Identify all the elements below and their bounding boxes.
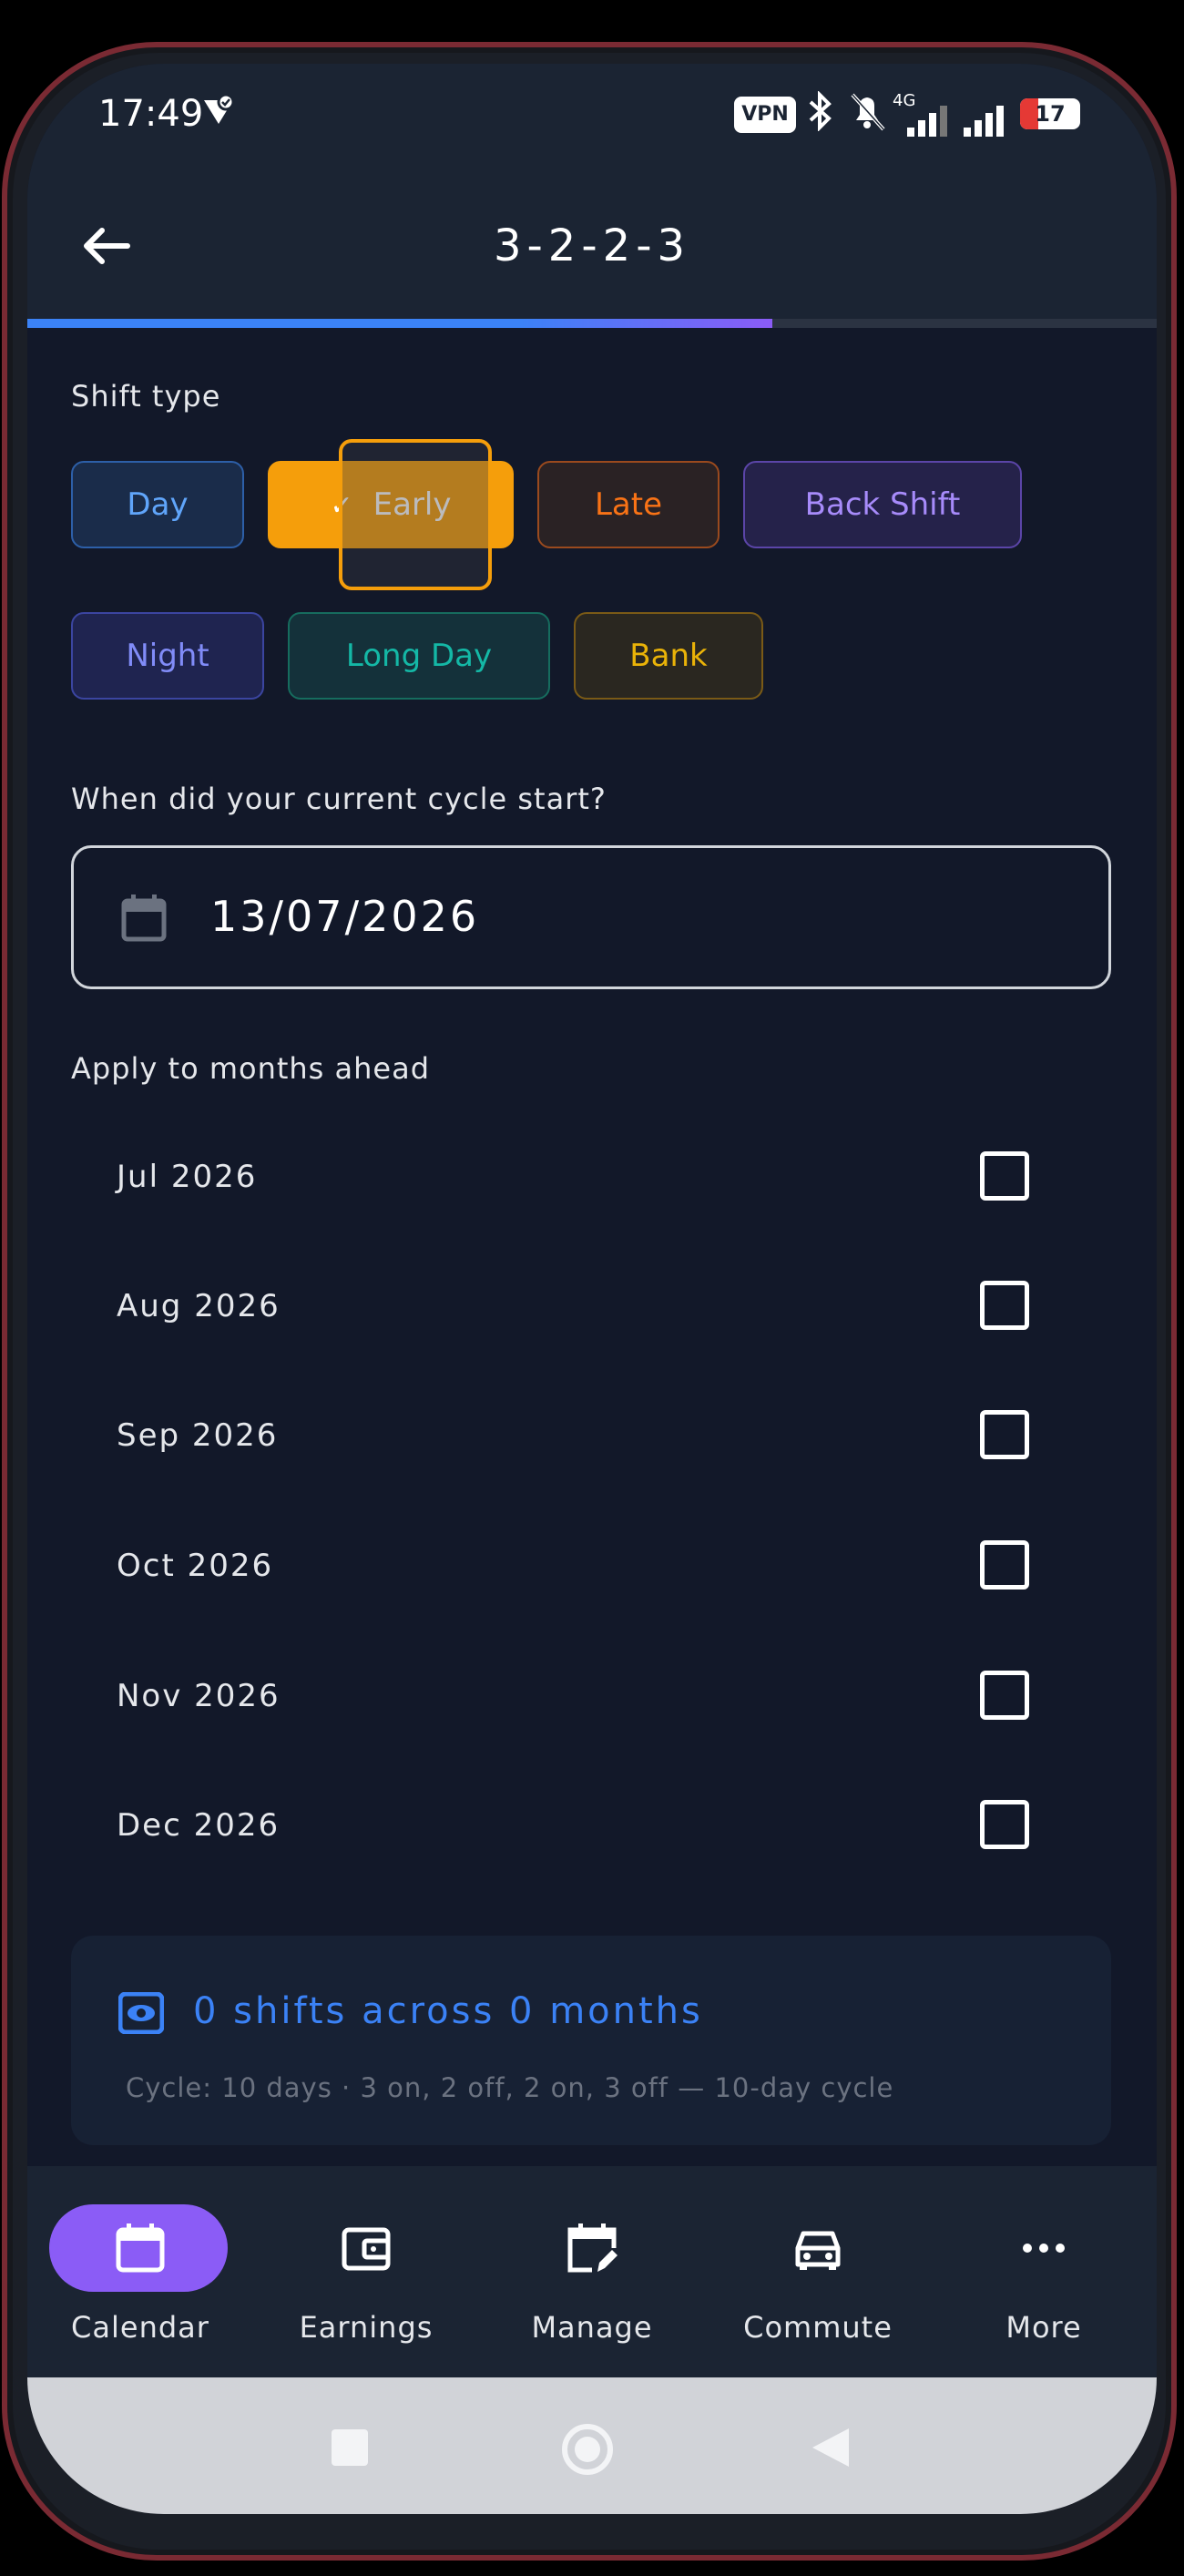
chip-day[interactable]: Day [71,461,244,548]
month-checkbox[interactable] [980,1410,1029,1459]
month-checkbox[interactable] [980,1540,1029,1590]
month-label: Jul 2026 [117,1159,258,1195]
nav-label: More [1005,2310,1082,2345]
home-icon[interactable] [559,2421,616,2481]
bluetooth-icon [803,90,836,139]
screen: 17:49 VPN 4G 17 3-2-2-3 Shift type Day ✓… [27,64,1157,2514]
chip-night-label: Night [126,638,209,674]
status-bar: 17:49 VPN 4G 17 [27,64,1157,173]
mute-bell-icon [847,91,887,139]
months-ahead-label: Apply to months ahead [71,1051,431,1086]
summary-card: 0 shifts across 0 months Cycle: 10 days … [71,1936,1111,2145]
calendar-edit-icon [565,2221,619,2275]
chip-late-label: Late [594,486,663,523]
battery-icon: 17 [1020,98,1080,129]
back-icon[interactable] [809,2425,852,2474]
month-checkbox[interactable] [980,1151,1029,1201]
month-label: Oct 2026 [117,1548,274,1584]
cycle-start-date-field[interactable]: 13/07/2026 [71,845,1111,989]
shift-type-label: Shift type [71,379,221,414]
month-row-sep[interactable]: Sep 2026 [71,1383,1111,1492]
app-bar: 3-2-2-3 [27,173,1157,319]
month-row-jul[interactable]: Jul 2026 [71,1124,1111,1233]
month-checkbox[interactable] [980,1281,1029,1330]
wallet-icon [339,2221,393,2275]
month-label: Aug 2026 [117,1288,281,1324]
recents-icon[interactable] [330,2428,370,2471]
calendar-icon [121,894,167,943]
summary-detail: Cycle: 10 days · 3 on, 2 off, 2 on, 3 of… [126,2072,894,2103]
calendar-icon [113,2221,168,2275]
status-time: 17:49 [98,93,204,135]
month-checkbox[interactable] [980,1800,1029,1849]
month-row-aug[interactable]: Aug 2026 [71,1253,1111,1363]
chip-long-day[interactable]: Long Day [288,612,550,700]
nav-label: Manage [531,2310,653,2345]
focus-ring [339,439,492,590]
signal-icon-2 [960,100,1005,137]
vpn-label: VPN [741,103,789,126]
nav-label: Commute [743,2310,893,2345]
nav-commute[interactable]: Commute [705,2166,931,2377]
month-row-nov[interactable]: Nov 2026 [71,1643,1111,1753]
system-nav-bar [27,2377,1157,2514]
cycle-start-date-value: 13/07/2026 [210,892,480,941]
vpn-icon: VPN [734,97,796,133]
nav-calendar[interactable]: Calendar [27,2166,253,2377]
month-label: Dec 2026 [117,1807,281,1844]
bottom-nav: Calendar Earnings Manage Commute More [27,2166,1157,2377]
page-title: 3-2-2-3 [493,220,691,271]
chip-bank[interactable]: Bank [574,612,763,700]
device-frame: 17:49 VPN 4G 17 3-2-2-3 Shift type Day ✓… [0,0,1184,2576]
more-icon [1016,2221,1071,2275]
chip-long-day-label: Long Day [345,638,493,674]
chip-back-shift-label: Back Shift [804,486,961,523]
summary-title: 0 shifts across 0 months [193,1990,703,2032]
month-row-oct[interactable]: Oct 2026 [71,1513,1111,1622]
chip-day-label: Day [127,486,189,523]
chip-night[interactable]: Night [71,612,264,700]
month-label: Sep 2026 [117,1417,279,1454]
nav-label: Earnings [299,2310,434,2345]
month-row-dec[interactable]: Dec 2026 [71,1773,1111,1882]
cycle-start-label: When did your current cycle start? [71,782,607,816]
nav-earnings[interactable]: Earnings [253,2166,479,2377]
month-checkbox[interactable] [980,1671,1029,1720]
nav-manage[interactable]: Manage [479,2166,705,2377]
battery-text: 17 [1035,101,1066,127]
signal-icon-1 [900,100,947,137]
notification-icon [200,93,237,138]
car-icon [791,2221,845,2275]
month-label: Nov 2026 [117,1678,281,1714]
chip-back-shift[interactable]: Back Shift [743,461,1022,548]
progress-fill [27,319,773,328]
progress-bar [27,319,1157,328]
eye-icon [117,1991,165,2035]
chip-late[interactable]: Late [537,461,720,548]
nav-more[interactable]: More [931,2166,1157,2377]
nav-label: Calendar [71,2310,209,2345]
chip-bank-label: Bank [629,638,708,674]
